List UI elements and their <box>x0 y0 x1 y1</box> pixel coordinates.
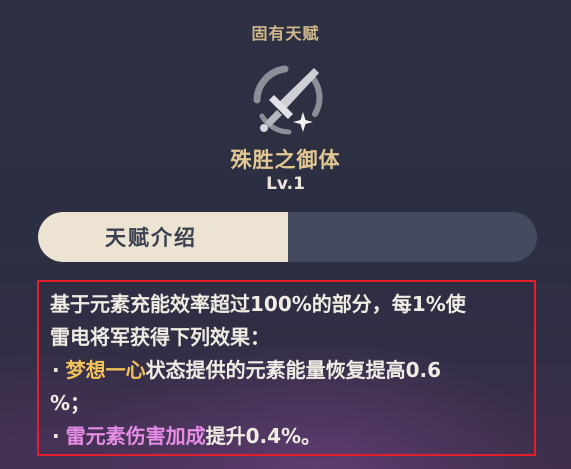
section-header: 固有天赋 <box>251 24 320 43</box>
description-line-2: 雷电将军获得下列效果： <box>50 325 270 349</box>
bullet-dot: · <box>52 358 60 382</box>
description-line-4: %； <box>50 391 91 415</box>
highlight-musou-isshin: 梦想一心 <box>65 358 146 382</box>
highlight-electro-dmg-bonus: 雷元素伤害加成 <box>65 424 206 448</box>
sword-emblem-icon <box>253 65 323 135</box>
talent-description-box: 基于元素充能效率超过100%的部分，每1%使 雷电将军获得下列效果： · 梦想一心… <box>37 280 536 456</box>
description-line-1: 基于元素充能效率超过100%的部分，每1%使 <box>50 292 466 316</box>
description-line-3-rest: 状态提供的元素能量恢复提高0.6 <box>145 358 442 382</box>
description-line-5-rest: 提升0.4%。 <box>205 424 322 448</box>
bullet-dot: · <box>52 424 60 448</box>
tab-bar: 天赋介绍 <box>38 212 537 262</box>
tab-talent-intro[interactable]: 天赋介绍 <box>38 212 288 262</box>
description-line-5: · 雷元素伤害加成提升0.4%。 <box>50 420 530 453</box>
description-line-3: · 梦想一心状态提供的元素能量恢复提高0.6 <box>50 354 530 387</box>
talent-level: Lv.1 <box>266 174 305 194</box>
talent-description: 基于元素充能效率超过100%的部分，每1%使 雷电将军获得下列效果： · 梦想一心… <box>50 288 530 453</box>
talent-name: 殊胜之御体 <box>230 148 341 172</box>
tab-secondary[interactable] <box>288 212 537 262</box>
